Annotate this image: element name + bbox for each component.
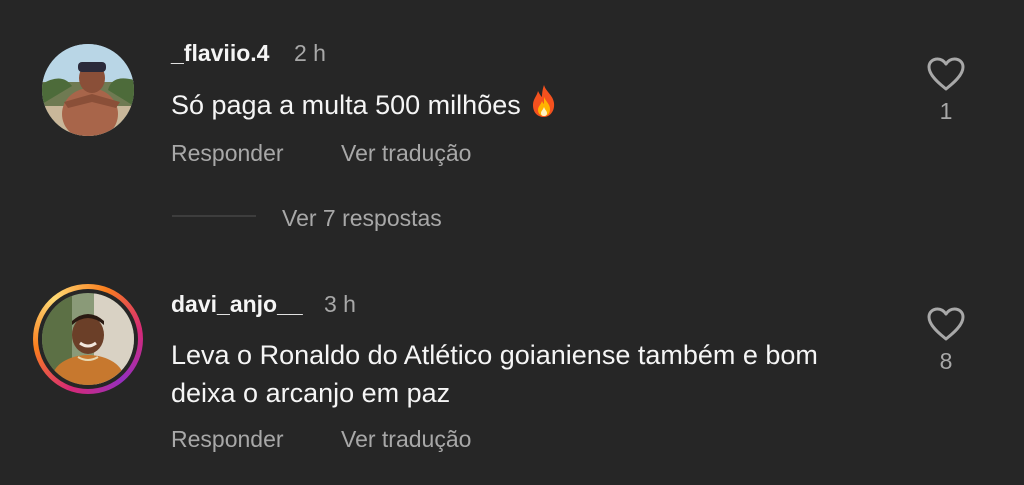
comment-timestamp: 2 h	[294, 40, 326, 66]
profile-photo-icon	[42, 44, 134, 136]
avatar[interactable]	[42, 293, 134, 385]
replies-divider	[172, 215, 256, 217]
heart-icon	[927, 307, 965, 341]
avatar[interactable]	[42, 44, 134, 136]
fire-emoji-icon	[529, 84, 559, 128]
like-count: 1	[939, 98, 953, 124]
like-count: 8	[939, 348, 953, 374]
like-button[interactable]: 1	[921, 56, 971, 125]
like-button[interactable]: 8	[921, 306, 971, 375]
reply-button[interactable]: Responder	[171, 140, 284, 167]
view-replies-button[interactable]: Ver 7 respostas	[282, 205, 442, 232]
comment-text: Leva o Ronaldo do Atlético goianiense ta…	[171, 340, 818, 408]
see-translation-button[interactable]: Ver tradução	[341, 140, 471, 167]
comment-text: Só paga a multa 500 milhões	[171, 84, 871, 128]
see-translation-button[interactable]: Ver tradução	[341, 426, 471, 453]
comment-username[interactable]: _flaviio.4	[171, 40, 269, 67]
profile-photo-icon	[42, 293, 134, 385]
reply-button[interactable]: Responder	[171, 426, 284, 453]
story-ring[interactable]	[33, 284, 143, 394]
comment-timestamp: 3 h	[324, 291, 356, 317]
comment-text-content: Só paga a multa 500 milhões	[171, 90, 521, 120]
comment-username[interactable]: davi_anjo__	[171, 291, 303, 318]
heart-icon	[927, 57, 965, 91]
